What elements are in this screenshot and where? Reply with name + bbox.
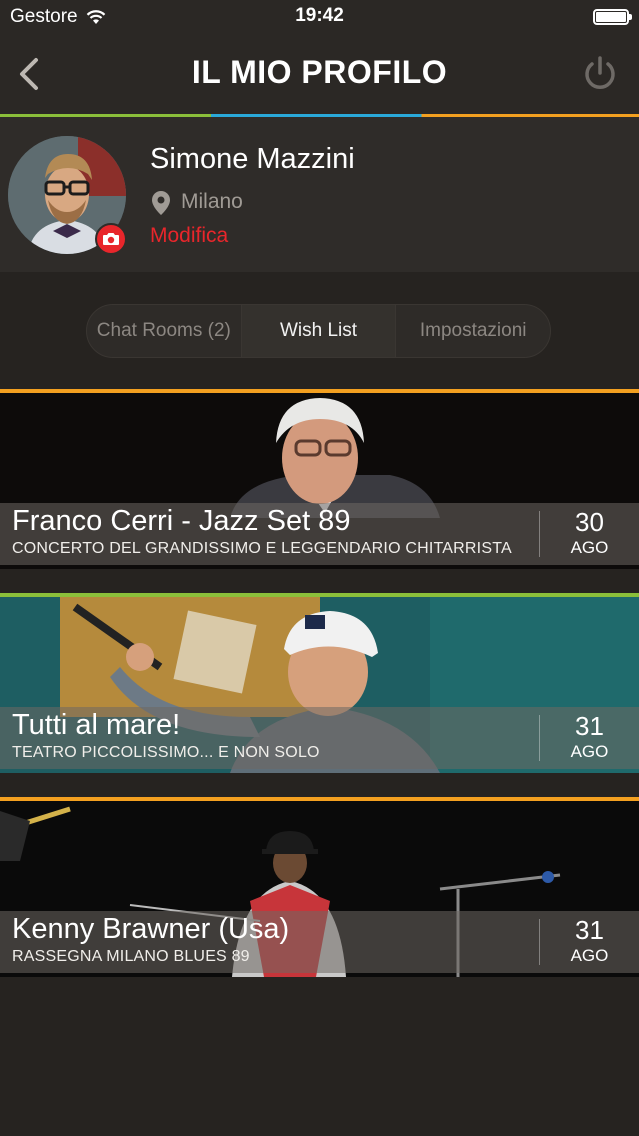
event-subtitle: CONCERTO DEL GRANDISSIMO E LEGGENDARIO C… xyxy=(12,540,512,557)
change-photo-button[interactable] xyxy=(95,223,127,255)
event-caption: Kenny Brawner (Usa) RASSEGNA MILANO BLUE… xyxy=(0,911,639,973)
battery-icon xyxy=(593,9,632,25)
event-subtitle: RASSEGNA MILANO BLUES 89 xyxy=(12,948,250,965)
status-time: 19:42 xyxy=(295,5,344,26)
event-caption: Tutti al mare! TEATRO PICCOLISSIMO... E … xyxy=(0,707,639,769)
edit-profile-link[interactable]: Modifica xyxy=(150,224,228,248)
profile-city: Milano xyxy=(181,190,243,213)
event-month: AGO xyxy=(570,538,609,557)
tab-chat-rooms[interactable]: Chat Rooms (2) xyxy=(87,305,242,357)
event-card[interactable]: Kenny Brawner (Usa) RASSEGNA MILANO BLUE… xyxy=(0,797,639,977)
tab-wish-list[interactable]: Wish List xyxy=(241,305,397,357)
location-pin-icon xyxy=(152,191,170,215)
event-day: 31 xyxy=(575,915,604,945)
event-subtitle: TEATRO PICCOLISSIMO... E NON SOLO xyxy=(12,744,320,761)
event-title: Tutti al mare! xyxy=(12,709,181,741)
event-card[interactable]: Tutti al mare! TEATRO PICCOLISSIMO... E … xyxy=(0,593,639,773)
profile-tabs: Chat Rooms (2) Wish List Impostazioni xyxy=(86,304,551,358)
camera-icon xyxy=(103,233,119,245)
event-month: AGO xyxy=(570,946,609,965)
power-icon[interactable] xyxy=(581,54,619,94)
nav-bar: IL MIO PROFILO xyxy=(0,34,639,114)
event-title: Kenny Brawner (Usa) xyxy=(12,913,290,945)
event-title: Franco Cerri - Jazz Set 89 xyxy=(12,505,351,537)
profile-name: Simone Mazzini xyxy=(150,143,355,175)
event-day: 31 xyxy=(575,711,604,741)
event-day: 30 xyxy=(575,507,604,537)
event-card[interactable]: Franco Cerri - Jazz Set 89 CONCERTO DEL … xyxy=(0,389,639,569)
profile-header: Simone Mazzini Milano Modifica xyxy=(0,117,639,272)
event-caption: Franco Cerri - Jazz Set 89 CONCERTO DEL … xyxy=(0,503,639,565)
tab-impostazioni[interactable]: Impostazioni xyxy=(396,305,550,357)
status-bar: Gestore 19:42 xyxy=(0,0,639,34)
event-month: AGO xyxy=(570,742,609,761)
page-title: IL MIO PROFILO xyxy=(191,54,448,90)
